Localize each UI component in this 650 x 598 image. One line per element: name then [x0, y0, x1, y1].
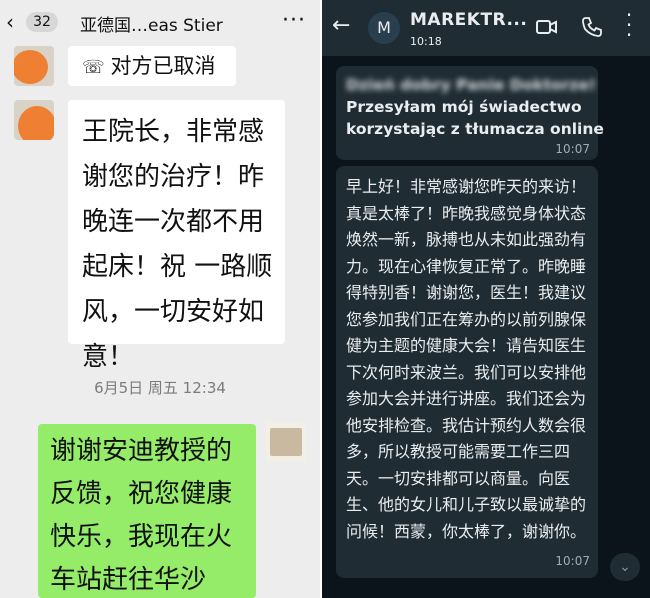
- more-icon[interactable]: ···: [282, 8, 306, 33]
- video-call-icon[interactable]: [536, 14, 558, 40]
- whatsapp-header: ← M MAREKTR... 10:18 · · ·: [322, 0, 650, 56]
- outgoing-message: 谢谢安迪教授的反馈，祝您健康快乐，我现在火车站赶往华沙: [38, 424, 256, 598]
- notice-text: 对方已取消: [110, 54, 216, 78]
- more-vertical-icon[interactable]: · · ·: [624, 5, 634, 45]
- composer-edge: [322, 588, 650, 598]
- message-text: 早上好！非常感谢您昨天的来访！真是太棒了！昨晚我感觉身体状态焕然一新，脉搏也从未…: [346, 177, 587, 541]
- message-timestamp: 6月5日 周五 12:34: [94, 379, 226, 397]
- contact-avatar[interactable]: M: [368, 12, 400, 44]
- unread-count-badge[interactable]: 32: [26, 12, 58, 32]
- phone-call-icon[interactable]: [580, 15, 604, 39]
- back-chevron-icon[interactable]: ‹: [6, 10, 14, 34]
- chat-title: 亚德国…eas Stier: [80, 16, 223, 36]
- incoming-message: Dzień dobry Panie Doktorze! Przesyłam mó…: [336, 66, 604, 160]
- incoming-message: 王院长，非常感谢您的治疗！昨晚连一次都不用起床！祝 一路顺风，一切安好如意！: [68, 100, 285, 372]
- wechat-header: ‹ 32 亚德国…eas Stier ···: [0, 0, 320, 44]
- incoming-message: 早上好！非常感谢您昨天的来访！真是太棒了！昨晚我感觉身体状态焕然一新，脉搏也从未…: [336, 166, 598, 578]
- contact-name[interactable]: MAREKTR...: [410, 10, 527, 30]
- my-avatar[interactable]: [266, 422, 306, 462]
- back-arrow-icon[interactable]: ←: [332, 13, 350, 38]
- message-time: 10:07: [555, 553, 590, 568]
- message-line: korzystając z tłumacza online: [346, 120, 604, 138]
- message-line: Przesyłam mój świadectwo: [346, 98, 582, 116]
- contact-avatar[interactable]: [14, 100, 54, 140]
- contact-avatar[interactable]: [14, 46, 54, 86]
- last-seen-time: 10:18: [410, 35, 442, 48]
- whatsapp-panel: ← M MAREKTR... 10:18 · · · Dzień dobry Pan…: [322, 0, 650, 598]
- message-time: 10:07: [555, 142, 590, 156]
- wechat-panel: ‹ 32 亚德国…eas Stier ··· ☏ 对方已取消 王院长，非常感谢您的…: [0, 0, 320, 598]
- phone-hangup-icon: ☏: [82, 57, 105, 78]
- scroll-down-icon[interactable]: ⌄: [610, 553, 640, 581]
- message-line: Dzień dobry Panie Doktorze!: [346, 76, 596, 94]
- call-cancelled-notice: ☏ 对方已取消: [68, 46, 236, 86]
